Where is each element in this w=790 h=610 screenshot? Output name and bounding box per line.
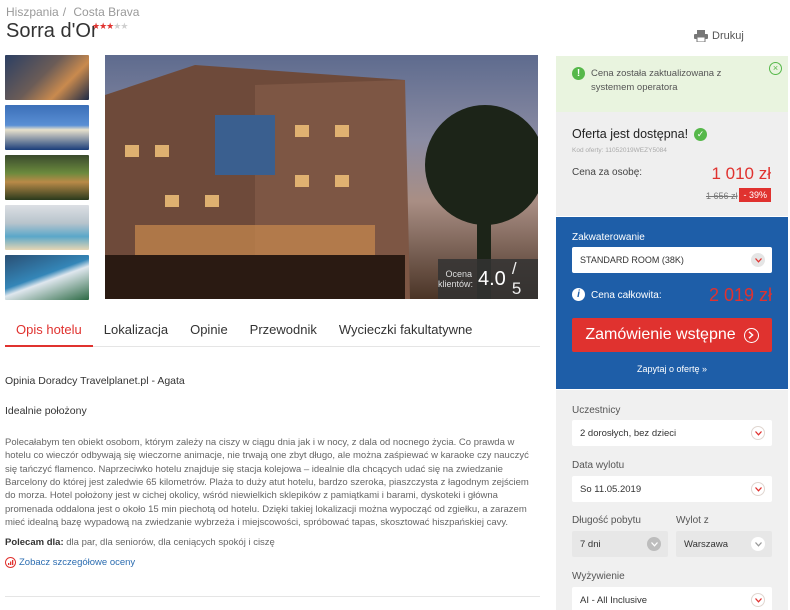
thumbnail-strip xyxy=(5,55,89,305)
detailed-ratings-link[interactable]: Zobacz szczegółowe oceny xyxy=(5,556,530,569)
price-per-person: 1 010 zł xyxy=(711,164,771,183)
accommodation-label: Zakwaterowanie xyxy=(572,232,645,243)
board-label: Wyżywienie xyxy=(572,571,625,582)
notification-text: Cena została zaktualizowana z systemem o… xyxy=(591,68,722,93)
duration-label: Długość pobytu xyxy=(572,515,641,526)
customer-rating-box: Ocena klientów: 4.0 / 5 xyxy=(438,259,538,299)
tab-reviews[interactable]: Opinie xyxy=(179,316,239,347)
thumbnail-courtyard[interactable] xyxy=(5,205,89,250)
content-divider xyxy=(5,596,540,597)
offer-summary: Oferta jest dostępna! ✓ Kod oferty: 1105… xyxy=(556,112,788,216)
price-per-person-label: Cena za osobę: xyxy=(572,167,643,178)
offer-status: Oferta jest dostępna! ✓ xyxy=(572,127,708,141)
departure-airport-select[interactable]: Warszawa xyxy=(676,531,772,557)
thumbnail-hotel-exterior[interactable] xyxy=(5,55,89,100)
detailed-ratings-label: Zobacz szczegółowe oceny xyxy=(19,557,136,569)
print-label: Drukuj xyxy=(712,30,744,42)
rating-max: / 5 xyxy=(511,259,522,298)
arrow-right-icon xyxy=(743,327,759,343)
board-select[interactable]: AI - All Inclusive xyxy=(572,587,772,610)
departure-date-value: So 11.05.2019 xyxy=(580,484,642,495)
chevron-down-icon xyxy=(751,482,765,496)
departure-date-label: Data wylotu xyxy=(572,460,625,471)
chevron-down-icon xyxy=(751,253,765,267)
ask-about-offer-link[interactable]: Zapytaj o ofertę » xyxy=(556,364,788,374)
rating-value: 4.0 xyxy=(478,267,506,290)
hotel-name: Sorra d'Or xyxy=(6,20,98,42)
star-rating: ★★★★★ xyxy=(92,21,128,32)
chevron-down-icon xyxy=(751,593,765,607)
close-icon[interactable]: × xyxy=(769,62,782,75)
recommended-value: dla par, dla seniorów, dla ceniących spo… xyxy=(66,536,275,548)
thumbnail-marina[interactable] xyxy=(5,105,89,150)
tab-excursions[interactable]: Wycieczki fakultatywne xyxy=(328,316,484,347)
breadcrumb: Hiszpania / Costa Brava xyxy=(6,5,143,19)
main-hotel-photo[interactable]: Ocena klientów: 4.0 / 5 xyxy=(105,55,538,299)
thumbnail-swimming-pool[interactable] xyxy=(5,255,89,300)
printer-icon xyxy=(694,30,708,42)
total-price-label: Cena całkowita: xyxy=(591,290,662,301)
recommended-for: Polecam dla: dla par, dla seniorów, dla … xyxy=(5,536,530,549)
review-heading: Idealnie położony xyxy=(5,405,87,418)
chevron-down-icon xyxy=(751,537,765,551)
tab-location[interactable]: Lokalizacja xyxy=(93,316,179,347)
departure-date-select[interactable]: So 11.05.2019 xyxy=(572,476,772,502)
accommodation-select[interactable]: STANDARD ROOM (38K) xyxy=(572,247,772,273)
pre-order-label: Zamówienie wstępne xyxy=(585,326,736,343)
total-price: 2 019 zł xyxy=(708,285,772,305)
tab-guide[interactable]: Przewodnik xyxy=(239,316,328,347)
check-icon: ✓ xyxy=(694,127,708,141)
hotel-description: Opinia Doradcy Travelplanet.pl - Agata I… xyxy=(5,375,530,569)
breadcrumb-separator: / xyxy=(62,5,67,19)
booking-panel: Zakwaterowanie STANDARD ROOM (38K) i Cen… xyxy=(556,217,788,389)
tab-hotel-description[interactable]: Opis hotelu xyxy=(5,316,93,347)
thumbnail-pool-night[interactable] xyxy=(5,155,89,200)
duration-select[interactable]: 7 dni xyxy=(572,531,668,557)
price-update-notification: ! Cena została zaktualizowana z systemem… xyxy=(556,56,788,112)
info-icon[interactable]: i xyxy=(572,288,585,301)
rating-label: Ocena klientów: xyxy=(438,269,474,289)
discount-badge: - 39% xyxy=(739,188,771,202)
breadcrumb-country[interactable]: Hiszpania xyxy=(6,5,59,19)
participants-value: 2 dorosłych, bez dzieci xyxy=(580,428,677,439)
print-button[interactable]: Drukuj xyxy=(694,30,744,42)
participants-select[interactable]: 2 dorosłych, bez dzieci xyxy=(572,420,772,446)
board-value: AI - All Inclusive xyxy=(580,595,648,606)
recommended-label: Polecam dla: xyxy=(5,536,64,548)
participants-label: Uczestnicy xyxy=(572,405,621,416)
offer-code: Kod oferty: 11052019WEZY5084 xyxy=(572,147,667,154)
chevron-down-icon xyxy=(647,537,661,551)
hotel-tabs: Opis hotelu Lokalizacja Opinie Przewodni… xyxy=(5,316,540,347)
breadcrumb-region[interactable]: Costa Brava xyxy=(73,5,139,19)
duration-value: 7 dni xyxy=(580,539,601,550)
departure-airport-value: Warszawa xyxy=(684,539,728,550)
old-price: 1 656 zł xyxy=(706,191,738,201)
info-check-icon: ! xyxy=(572,67,585,80)
offer-status-text: Oferta jest dostępna! xyxy=(572,127,689,141)
trip-filters: Uczestnicy 2 dorosłych, bez dzieci Data … xyxy=(556,390,788,610)
pre-order-button[interactable]: Zamówienie wstępne xyxy=(572,318,772,352)
review-body: Polecałabym ten obiekt osobom, którym za… xyxy=(5,436,529,529)
accommodation-value: STANDARD ROOM (38K) xyxy=(580,255,684,265)
departure-airport-label: Wylot z xyxy=(676,515,709,526)
review-author: Opinia Doradcy Travelplanet.pl - Agata xyxy=(5,375,185,387)
chart-icon xyxy=(5,557,16,569)
star-empty-icon: ★ xyxy=(120,21,128,31)
chevron-down-icon xyxy=(751,426,765,440)
